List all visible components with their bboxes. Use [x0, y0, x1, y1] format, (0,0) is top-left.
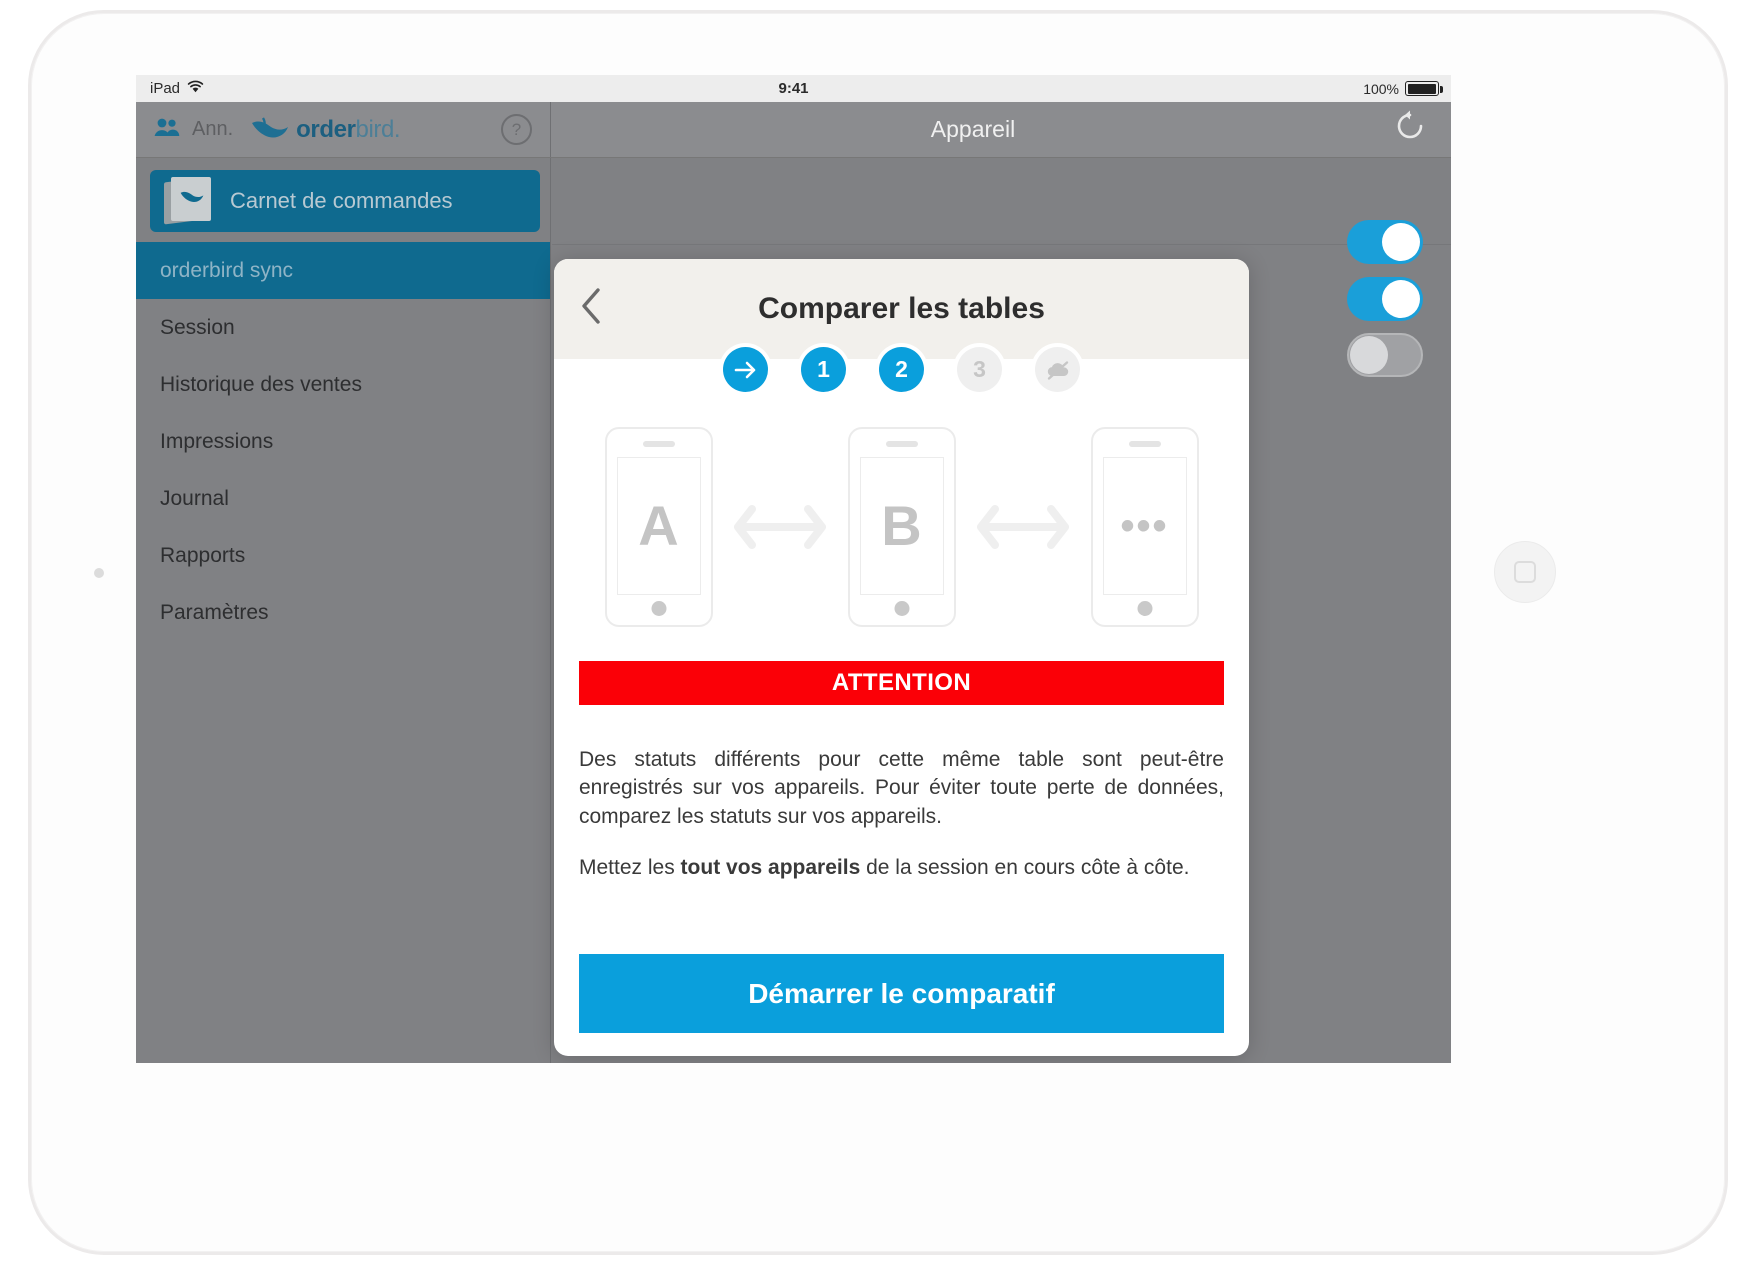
attention-banner: ATTENTION: [579, 661, 1224, 705]
phone-more-label: •••: [1120, 503, 1169, 548]
step-3[interactable]: 3: [957, 347, 1002, 392]
brand-text: orderbird.: [296, 116, 400, 144]
people-icon[interactable]: [154, 117, 180, 143]
paragraph-2-bold: tout vos appareils: [680, 856, 861, 879]
app-container: Ann. orderbird. ? Appareil Carnet de com…: [136, 102, 1451, 1063]
app-topbar: Ann. orderbird. ? Appareil: [136, 102, 1451, 158]
setting-toggle-1[interactable]: [1347, 220, 1423, 264]
paragraph-2-post: de la session en cours côte à côte.: [860, 856, 1190, 879]
status-bar-right: 100%: [1363, 80, 1443, 97]
orderbird-bird-icon: [251, 116, 289, 144]
sidebar-item-journal[interactable]: Journal: [136, 470, 550, 527]
content-divider: [552, 244, 1451, 245]
topbar-left-section: Ann. orderbird. ?: [136, 102, 551, 157]
step-1[interactable]: 1: [801, 347, 846, 392]
sidebar-item-rapports[interactable]: Rapports: [136, 527, 550, 584]
start-comparison-label: Démarrer le comparatif: [748, 977, 1055, 1009]
paragraph-2-pre: Mettez les: [579, 856, 681, 879]
status-bar-time: 9:41: [778, 80, 809, 97]
status-bar: iPad 9:41 100%: [136, 75, 1451, 102]
battery-percent: 100%: [1363, 80, 1399, 97]
start-comparison-button[interactable]: Démarrer le comparatif: [579, 954, 1224, 1033]
page-title: Appareil: [930, 116, 1016, 142]
refresh-icon[interactable]: [1395, 110, 1425, 149]
phone-speaker: [1128, 440, 1161, 447]
phone-b-label: B: [881, 493, 922, 557]
sidebar-item-parametres[interactable]: Paramètres: [136, 584, 550, 641]
toggle-knob: [1382, 280, 1420, 318]
sidebar: Carnet de commandes orderbird sync Sessi…: [136, 158, 551, 1063]
phone-home-button: [894, 600, 909, 616]
step-indicator: 1 2 3: [554, 347, 1249, 392]
phone-a-label: A: [638, 493, 679, 557]
ipad-device-frame: iPad 9:41 100% Ann. orderbird. ? Apparei…: [28, 10, 1728, 1255]
modal-header: Comparer les tables: [554, 259, 1249, 359]
help-button[interactable]: ?: [501, 114, 532, 145]
phone-b: B: [847, 426, 956, 627]
sidebar-order-book-label: Carnet de commandes: [230, 188, 453, 213]
double-arrow-icon-2: [956, 501, 1091, 553]
orderbird-logo: orderbird.: [251, 116, 401, 144]
front-camera: [94, 568, 104, 578]
brand-bold: order: [296, 115, 356, 143]
user-label: Ann.: [192, 118, 234, 140]
phone-screen: B: [859, 456, 944, 595]
sidebar-item-impressions[interactable]: Impressions: [136, 413, 550, 470]
chevron-left-icon[interactable]: [580, 287, 602, 331]
home-square-icon: [1514, 561, 1536, 583]
phone-speaker: [885, 440, 918, 447]
phone-screen: •••: [1102, 456, 1187, 595]
order-book-icon: [164, 177, 216, 225]
step-2[interactable]: 2: [879, 347, 924, 392]
battery-full-icon: [1405, 81, 1443, 96]
setting-toggle-3[interactable]: [1347, 333, 1423, 377]
modal-paragraph-2: Mettez les tout vos appareils de la sess…: [579, 854, 1224, 882]
phone-speaker: [642, 440, 675, 447]
brand-light: bird.: [355, 115, 401, 143]
modal-paragraph-1: Des statuts différents pour cette même t…: [579, 748, 1224, 828]
phone-home-button: [651, 600, 666, 616]
phone-more: •••: [1090, 426, 1199, 627]
double-arrow-icon-1: [713, 501, 848, 553]
sidebar-item-orderbird-sync[interactable]: orderbird sync: [136, 242, 550, 299]
phone-screen: A: [616, 456, 701, 595]
ipad-screen: iPad 9:41 100% Ann. orderbird. ? Apparei…: [136, 75, 1451, 1063]
page-root: iPad 9:41 100% Ann. orderbird. ? Apparei…: [0, 0, 1758, 1265]
toggle-knob: [1382, 223, 1420, 261]
toggle-knob: [1350, 336, 1388, 374]
comparer-les-tables-modal: Comparer les tables 1 2 3 A B ••• ATTENT…: [554, 259, 1249, 1056]
step-cloud-off-icon[interactable]: [1035, 347, 1080, 392]
modal-title: Comparer les tables: [758, 292, 1045, 325]
sidebar-order-book-button[interactable]: Carnet de commandes: [150, 170, 540, 232]
sidebar-nav-list: orderbird sync Session Historique des ve…: [136, 242, 550, 641]
phone-a: A: [604, 426, 713, 627]
sidebar-item-historique-des-ventes[interactable]: Historique des ventes: [136, 356, 550, 413]
setting-toggle-2[interactable]: [1347, 277, 1423, 321]
phone-home-button: [1137, 600, 1152, 616]
home-button[interactable]: [1494, 541, 1556, 603]
sidebar-item-session[interactable]: Session: [136, 299, 550, 356]
step-arrow[interactable]: [723, 347, 768, 392]
device-illustration-group: A B •••: [554, 419, 1249, 634]
attention-label: ATTENTION: [831, 669, 972, 696]
